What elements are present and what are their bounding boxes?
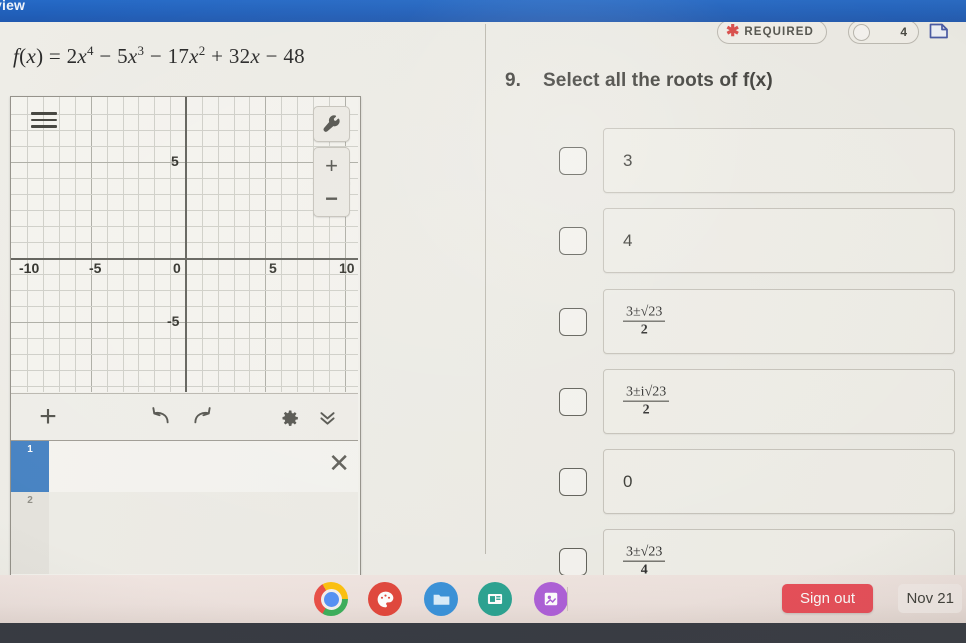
browser-tab-label[interactable]: view	[0, 0, 25, 13]
expression-row[interactable]: 1 ✕	[11, 440, 358, 494]
gear-icon[interactable]	[272, 402, 302, 432]
y-tick-label-5: 5	[171, 153, 179, 169]
option-checkbox[interactable]	[559, 388, 587, 416]
note-icon[interactable]	[534, 582, 568, 616]
chevron-double-down-icon[interactable]	[312, 402, 342, 432]
screen-bezel	[0, 623, 966, 643]
x-tick-label--5: -5	[89, 260, 102, 276]
hamburger-icon[interactable]	[31, 112, 57, 129]
fraction-numerator: 3±i√23	[623, 383, 670, 402]
graphing-calculator[interactable]: -10 -5 0 5 10 5 -5 + − + 1 ✕ 2	[10, 96, 361, 576]
option-checkbox[interactable]	[559, 147, 587, 175]
presentation-icon[interactable]	[478, 582, 512, 616]
option-checkbox[interactable]	[559, 468, 587, 496]
wrench-icon[interactable]	[313, 106, 350, 142]
points-badge: 4	[848, 20, 919, 44]
y-tick-label--5: -5	[167, 313, 180, 329]
os-taskbar: Sign out Nov 21	[0, 575, 966, 623]
folder-icon[interactable]	[424, 582, 458, 616]
asterisk-icon: ✱	[726, 23, 740, 40]
fraction: 3±√23 2	[623, 303, 666, 340]
fraction-numerator: 3±√23	[623, 303, 666, 322]
x-tick-label--10: -10	[19, 260, 40, 276]
option-checkbox[interactable]	[559, 548, 587, 576]
question-number: 9.	[505, 70, 522, 91]
redo-arrow-icon[interactable]	[187, 402, 217, 432]
chrome-icon[interactable]	[314, 582, 348, 616]
add-expression-button[interactable]: +	[33, 402, 63, 432]
graph-y-axis	[185, 97, 187, 392]
taskbar-divider	[567, 587, 568, 611]
expression-row[interactable]: 2	[11, 492, 358, 574]
x-tick-label-5: 5	[269, 260, 277, 276]
points-circle-icon	[853, 24, 870, 41]
option-label: 4	[623, 230, 633, 250]
fraction: 3±i√23 2	[623, 383, 670, 420]
zoom-in-button[interactable]: +	[313, 147, 350, 184]
option-label: 0	[623, 471, 633, 491]
points-value: 4	[900, 25, 907, 39]
option-row[interactable]: 3±i√23 2	[486, 369, 966, 435]
question-prompt: Select all the roots of f(x)	[543, 70, 773, 91]
option-box[interactable]: 3	[603, 128, 955, 193]
option-label: 3	[623, 150, 633, 170]
x-tick-label-0: 0	[173, 260, 181, 276]
graph-plot-area[interactable]: -10 -5 0 5 10 5 -5 + −	[11, 97, 358, 392]
option-box[interactable]: 3±i√23 2	[603, 369, 955, 434]
option-checkbox[interactable]	[559, 308, 587, 336]
option-box[interactable]: 0	[603, 449, 955, 514]
option-checkbox[interactable]	[559, 227, 587, 255]
option-label: 3±√23 2	[623, 303, 666, 340]
expression-input[interactable]	[49, 492, 358, 574]
status-badge: ✱ REQUIRED	[717, 20, 827, 44]
function-equation: f(x) = 2x4 − 5x3 − 17x2 + 32x − 48	[13, 43, 305, 68]
option-box[interactable]: 3±√23 2	[603, 289, 955, 354]
option-row[interactable]: 3±√23 2	[486, 289, 966, 355]
fraction-numerator: 3±√23	[623, 543, 666, 562]
expression-input[interactable]: ✕	[49, 441, 358, 493]
page-title: 9. Select all the roots of f(x)	[505, 70, 945, 92]
browser-top-bar: view	[0, 0, 966, 22]
fraction-denominator: 2	[640, 322, 648, 338]
close-icon[interactable]: ✕	[328, 450, 350, 476]
fraction-denominator: 2	[642, 402, 650, 418]
expression-list[interactable]: 1 ✕ 2	[11, 440, 358, 574]
zoom-out-button[interactable]: −	[313, 181, 350, 217]
option-row[interactable]: 3	[486, 128, 966, 194]
required-label: REQUIRED	[744, 26, 814, 38]
option-label: 3±i√23 2	[623, 383, 670, 420]
taskbar-date[interactable]: Nov 21	[898, 584, 962, 613]
option-box[interactable]: 4	[603, 208, 955, 273]
palette-icon[interactable]	[368, 582, 402, 616]
expression-index: 2	[11, 492, 49, 574]
x-tick-label-10: 10	[339, 260, 355, 276]
undo-arrow-icon[interactable]	[145, 402, 175, 432]
sign-out-button[interactable]: Sign out	[781, 584, 873, 613]
option-row[interactable]: 4	[486, 208, 966, 274]
option-row[interactable]: 0	[486, 449, 966, 515]
calculator-toolbar: +	[11, 393, 358, 441]
expression-index: 1	[11, 441, 49, 493]
question-pane: ✱ REQUIRED 4 9. Select all the roots of f…	[486, 0, 966, 594]
